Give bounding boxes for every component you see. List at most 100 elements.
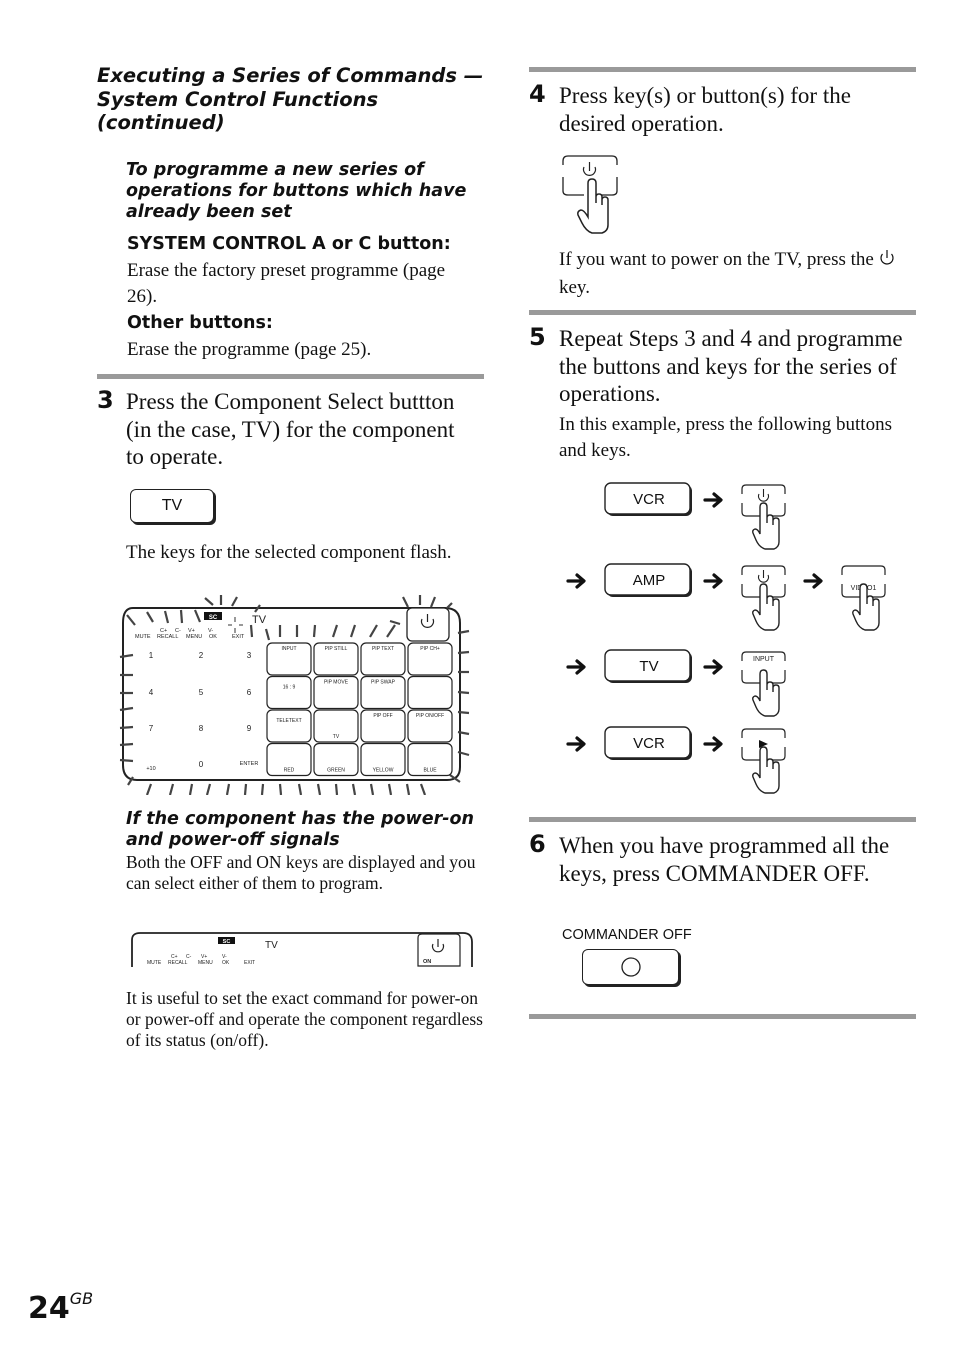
step-3-note: The keys for the selected component flas… bbox=[126, 542, 452, 563]
remote-key-press[interactable] bbox=[741, 484, 786, 550]
arrow-right-icon bbox=[566, 736, 586, 752]
arrow-right-icon bbox=[703, 492, 723, 508]
grid-key-label: BLUE bbox=[423, 768, 437, 774]
grid-key[interactable] bbox=[407, 675, 453, 710]
step-5-text: Repeat Steps 3 and 4 and programme the b… bbox=[559, 326, 903, 406]
step-number-4: 4 bbox=[529, 80, 546, 108]
grid-key-label: PIP CH+ bbox=[420, 646, 440, 652]
grid-keys: INPUT PIP STILL PIP TEXT PIP CH+ 16 : 9 PIP M… bbox=[266, 642, 453, 777]
svg-text:7: 7 bbox=[149, 724, 154, 733]
other-buttons-label: Other buttons: bbox=[127, 313, 273, 333]
step-6-text: When you have programmed all the keys, p… bbox=[559, 833, 890, 886]
svg-text:MUTE: MUTE bbox=[147, 960, 162, 966]
grid-key-label: RED bbox=[284, 768, 295, 774]
component-button-label: VCR bbox=[633, 735, 665, 752]
svg-text:EXIT: EXIT bbox=[244, 960, 255, 966]
system-control-label: SYSTEM CONTROL A or C button: bbox=[127, 234, 451, 254]
divider bbox=[529, 1014, 916, 1019]
grid-key-label: GREEN bbox=[327, 768, 345, 774]
divider bbox=[97, 374, 484, 379]
hand-pointer-icon bbox=[577, 178, 609, 234]
component-label: TV bbox=[265, 940, 278, 951]
svg-text:4: 4 bbox=[149, 688, 154, 697]
sc-badge: SC bbox=[223, 939, 231, 945]
svg-text:MUTE: MUTE bbox=[135, 634, 151, 640]
svg-text:RECALL: RECALL bbox=[157, 634, 178, 640]
tv-component-button[interactable]: TV bbox=[130, 489, 214, 523]
power-signals-text: Both the OFF and ON keys are displayed a… bbox=[126, 852, 476, 893]
arrow-right-icon bbox=[703, 659, 723, 675]
grid-key-label: PIP STILL bbox=[325, 646, 348, 652]
grid-key[interactable] bbox=[266, 675, 312, 710]
svg-text:MENU: MENU bbox=[186, 634, 202, 640]
svg-text:6: 6 bbox=[247, 688, 252, 697]
remote-key-press[interactable]: VIDEO1 bbox=[841, 565, 886, 631]
grid-key-label: 16 : 9 bbox=[283, 685, 296, 691]
component-button[interactable]: VCR bbox=[604, 482, 692, 516]
component-button[interactable]: AMP bbox=[604, 563, 692, 597]
component-button-label: AMP bbox=[633, 572, 666, 589]
step-5-note: In this example, press the following but… bbox=[559, 414, 892, 461]
grid-key[interactable] bbox=[266, 709, 312, 743]
power-icon bbox=[879, 249, 895, 275]
component-button[interactable]: VCR bbox=[604, 726, 692, 760]
component-label: TV bbox=[252, 614, 267, 626]
svg-text:9: 9 bbox=[247, 724, 252, 733]
remote-key-press[interactable] bbox=[741, 728, 786, 794]
svg-text:2: 2 bbox=[199, 651, 204, 660]
step-number-3: 3 bbox=[97, 386, 114, 414]
svg-text:EXIT: EXIT bbox=[232, 634, 245, 640]
step-number-6: 6 bbox=[529, 830, 546, 858]
sc-badge: SC bbox=[209, 615, 218, 621]
divider bbox=[529, 817, 916, 822]
component-button-label: TV bbox=[639, 658, 658, 675]
power-signals-heading: If the component has the power-on and po… bbox=[126, 809, 474, 850]
section-heading: Executing a Series of Commands — System … bbox=[97, 64, 484, 134]
svg-text:1: 1 bbox=[149, 651, 154, 660]
cursor-icon bbox=[228, 617, 243, 633]
svg-text:5: 5 bbox=[199, 688, 204, 697]
system-control-text: Erase the factory preset programme (page… bbox=[127, 260, 446, 307]
svg-text:OK: OK bbox=[209, 634, 217, 640]
power-key-press-illustration[interactable] bbox=[560, 153, 622, 237]
remote-key-press[interactable]: INPUT bbox=[741, 651, 786, 717]
remote-display-svg: SC TV MUTE C+ RECALL C- V+ MENU V- OK EX… bbox=[119, 595, 470, 796]
grid-key-label: TV bbox=[333, 734, 340, 740]
grid-key-label: PIP SWAP bbox=[371, 680, 396, 686]
power-signals-note: It is useful to set the exact command fo… bbox=[126, 988, 483, 1050]
commander-off-button[interactable] bbox=[582, 949, 679, 985]
key-label: INPUT bbox=[753, 656, 775, 663]
svg-text:ENTER: ENTER bbox=[240, 761, 259, 767]
step-4-text: Press key(s) or button(s) for the desire… bbox=[559, 83, 851, 136]
svg-text:3: 3 bbox=[247, 651, 252, 660]
grid-key-label: PIP MOVE bbox=[324, 680, 349, 686]
step-3-text: Press the Component Select buttton (in t… bbox=[126, 389, 455, 469]
svg-text:C-: C- bbox=[186, 954, 192, 960]
arrow-right-icon bbox=[566, 659, 586, 675]
commander-off-caption: COMMANDER OFF bbox=[562, 927, 692, 943]
svg-text:+10: +10 bbox=[146, 766, 155, 772]
grid-key-label: INPUT bbox=[282, 646, 297, 652]
circle-icon bbox=[620, 957, 641, 977]
page-number: 24GB bbox=[28, 1289, 94, 1326]
svg-text:C-: C- bbox=[175, 628, 181, 634]
svg-text:OK: OK bbox=[222, 960, 230, 966]
svg-text:RECALL: RECALL bbox=[168, 960, 188, 966]
grid-key-label: TELETEXT bbox=[276, 718, 301, 724]
step-4-note: If you want to power on the TV, press th… bbox=[559, 247, 914, 301]
grid-key-label: PIP OFF bbox=[373, 713, 392, 719]
svg-text:0: 0 bbox=[199, 760, 204, 769]
on-key-label: ON bbox=[423, 959, 431, 965]
remote-display-illustration: SC TV MUTE C+ RECALL C- V+ MENU V- OK EX… bbox=[115, 595, 470, 796]
grid-key-label: YELLOW bbox=[373, 768, 394, 774]
step-number-5: 5 bbox=[529, 323, 546, 351]
grid-key-label: PIP TEXT bbox=[372, 646, 394, 652]
subheading-reprogramme: To programme a new series of operations … bbox=[126, 160, 467, 222]
component-button[interactable]: TV bbox=[604, 649, 692, 683]
sequence-diagram: VCR AMP VIDEO1 TV INPUT VCR bbox=[560, 475, 900, 805]
divider bbox=[529, 67, 916, 72]
arrow-right-icon bbox=[703, 736, 723, 752]
remote-key-press[interactable] bbox=[741, 565, 786, 631]
arrow-right-icon bbox=[566, 573, 586, 589]
svg-text:MENU: MENU bbox=[198, 960, 213, 966]
